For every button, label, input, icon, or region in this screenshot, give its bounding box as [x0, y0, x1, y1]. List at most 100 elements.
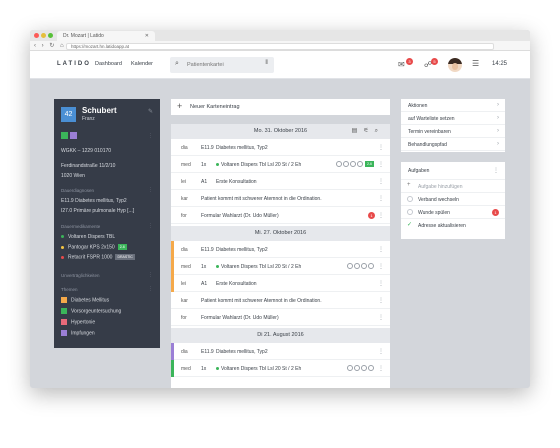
messages-icon[interactable]: ✉	[398, 60, 405, 69]
timeline-entry[interactable]: for Formular Wahlarzt (Dr. Udo Müller) ⋮	[171, 309, 390, 326]
task-item[interactable]: Wunde spülen 1	[401, 206, 505, 219]
timeline-entry[interactable]: dia E11.9 Diabetes mellitus, Typ2 ⋮	[171, 241, 390, 258]
more-icon[interactable]: ⋮	[148, 223, 153, 229]
more-icon[interactable]: ⋮	[378, 365, 384, 372]
task-item[interactable]: Verband wechseln	[401, 193, 505, 206]
edit-icon[interactable]: ✎	[148, 108, 153, 115]
maximize-window-button[interactable]	[48, 33, 53, 38]
entry-type: lei	[181, 179, 187, 185]
medication-item[interactable]: Pantogar KPS 2x150 2-6	[61, 244, 127, 250]
nav-dashboard[interactable]: Dashboard	[95, 61, 122, 67]
status-dot	[216, 265, 219, 269]
checkmark-icon[interactable]: ✓	[407, 221, 412, 228]
more-icon[interactable]: ⋮	[378, 280, 384, 287]
tasks-title-row[interactable]: Aufgaben ⋮	[401, 162, 505, 180]
theme-item[interactable]: Diabetes Mellitus	[61, 297, 109, 303]
nav-kalender[interactable]: Kalender	[131, 61, 153, 67]
more-icon[interactable]: ⋮	[378, 297, 384, 304]
timeline-tools[interactable]: ▤⚟⌕	[352, 124, 384, 139]
entry-color-bar	[171, 360, 174, 377]
avatar[interactable]	[448, 58, 462, 72]
minimize-window-button[interactable]	[41, 33, 46, 38]
tasks-panel: Aufgaben ⋮ + Aufgabe hinzufügen Verband …	[401, 162, 505, 239]
section-medication[interactable]: Dauermedikamente	[61, 224, 100, 229]
section-themes[interactable]: Themen	[61, 287, 78, 292]
more-icon[interactable]: ⋮	[378, 144, 384, 151]
more-icon[interactable]: ⋮	[378, 348, 384, 355]
status-dot	[61, 255, 64, 259]
medication-item[interactable]: Retacrit FSPR 1000 DRASTIC	[61, 254, 135, 260]
actions-title-row[interactable]: Aktionen ›	[401, 99, 505, 112]
timeline-entry[interactable]: dia E11.9 Diabetes mellitus, Typ2 ⋮	[171, 343, 390, 360]
diagnosis-item[interactable]: E11.9 Diabetes mellitus, Typ2	[61, 198, 127, 204]
theme-item[interactable]: Hypertonie	[61, 319, 95, 325]
timeline-entry[interactable]: kar Patient kommt mit schwerer Atemnot in…	[171, 190, 390, 207]
diagnosis-code: I27.0	[61, 208, 73, 214]
add-task-row[interactable]: + Aufgabe hinzufügen	[401, 180, 505, 193]
close-window-button[interactable]	[34, 33, 39, 38]
timeline-entry[interactable]: kar Patient kommt mit schwerer Atemnot in…	[171, 292, 390, 309]
task-item[interactable]: ✓ Adresse aktualisieren	[401, 219, 505, 232]
timeline-entry[interactable]: for Formular Wahlarzt (Dr. Udo Müller) 1 ⋮	[171, 207, 390, 224]
entry-text: Diabetes mellitus, Typ2	[216, 247, 268, 253]
action-item[interactable]: Behandlungspfad ›	[401, 138, 505, 151]
flag-icon	[335, 161, 342, 167]
timeline-entry[interactable]: lei A1 Erste Konsultation ⋮	[171, 275, 390, 292]
menu-icon[interactable]: ☰	[472, 59, 479, 68]
entry-type: dia	[181, 247, 188, 253]
section-diagnoses[interactable]: Dauerdiagnosen	[61, 188, 94, 193]
address-bar[interactable]: https://mozart.hn.latidoapp.at	[66, 42, 494, 50]
chevron-right-icon: ›	[497, 102, 499, 108]
entry-color-bar	[171, 139, 174, 156]
entry-color-bar	[171, 258, 174, 275]
medication-item[interactable]: Voltaren Dispers TBL	[61, 234, 115, 240]
theme-text: Vorsorgeuntersuchung	[71, 308, 122, 315]
more-icon[interactable]: ⋮	[378, 314, 384, 321]
entry-text-value: Voltaren Dispers Tbl Lsl 20 St / 2 Eh	[221, 264, 302, 270]
section-intolerances[interactable]: Unverträglichkeiten	[61, 273, 100, 278]
theme-item[interactable]: Impfungen	[61, 330, 95, 336]
task-checkbox[interactable]	[407, 196, 413, 202]
timeline-entry[interactable]: med 1x Voltaren Dispers Tbl Lsl 20 St / 2 …	[171, 360, 390, 377]
action-item[interactable]: Termin vereinbaren ›	[401, 125, 505, 138]
theme-item[interactable]: Vorsorgeuntersuchung	[61, 308, 121, 314]
timeline-entry[interactable]: lei A1 Erste Konsultation ⋮	[171, 173, 390, 190]
more-icon[interactable]: ⋮	[378, 246, 384, 253]
browser-nav-icons[interactable]: ‹ › ↻ ⌂	[34, 42, 66, 49]
timeline-entry[interactable]: med 1x Voltaren Dispers Tbl Lsl 20 St / 2 …	[171, 258, 390, 275]
task-checkbox[interactable]	[407, 209, 413, 215]
browser-tab[interactable]: Dr. Mozart | Latido ✕	[57, 31, 155, 41]
more-icon[interactable]: ⋮	[148, 286, 153, 292]
search-icon[interactable]: ⌕	[375, 128, 384, 134]
more-icon[interactable]: ⋮	[148, 187, 153, 193]
more-icon[interactable]: ⋮	[148, 133, 153, 139]
more-icon[interactable]: ⋮	[378, 263, 384, 270]
print-icon[interactable]: ▤	[352, 128, 364, 134]
timeline-entry[interactable]: dia E11.9 Diabetes mellitus, Typ2 ⋮	[171, 139, 390, 156]
new-entry-button[interactable]: + Neuer Karteneintrag	[171, 99, 390, 115]
action-item[interactable]: auf Warteliste setzen ›	[401, 112, 505, 125]
timeline-entry[interactable]: med 1x Voltaren Dispers Tbl Lsl 20 St / 2 …	[171, 156, 390, 173]
diagnosis-item[interactable]: I27.0 Primäre pulmonale Hyp [...]	[61, 208, 134, 214]
entry-text: Voltaren Dispers Tbl Lsl 20 St / 2 Eh	[216, 162, 301, 168]
plus-icon: +	[407, 182, 411, 188]
search-input[interactable]	[187, 61, 257, 69]
add-task-input[interactable]: Aufgabe hinzufügen	[418, 184, 462, 190]
more-icon[interactable]: ⋮	[378, 212, 384, 219]
entry-type: med	[181, 366, 191, 372]
patient-search[interactable]: ⌕ ⦀	[170, 57, 274, 73]
color-tag-purple	[70, 132, 77, 139]
patient-first-name: Franz	[82, 116, 95, 122]
filter-icon[interactable]: ⚟	[363, 128, 374, 134]
theme-text: Hypertonie	[71, 319, 96, 326]
more-icon[interactable]: ⋮	[378, 161, 384, 168]
more-icon[interactable]: ⋮	[378, 195, 384, 202]
tab-title: Dr. Mozart | Latido	[63, 33, 104, 39]
close-icon[interactable]: ✕	[145, 33, 149, 39]
more-icon[interactable]: ⋮	[493, 167, 499, 174]
entry-color-bar	[171, 173, 174, 190]
chevron-right-icon: ›	[497, 128, 499, 134]
dictation-icon[interactable]: ⦀	[265, 60, 268, 67]
more-icon[interactable]: ⋮	[148, 272, 153, 278]
more-icon[interactable]: ⋮	[378, 178, 384, 185]
